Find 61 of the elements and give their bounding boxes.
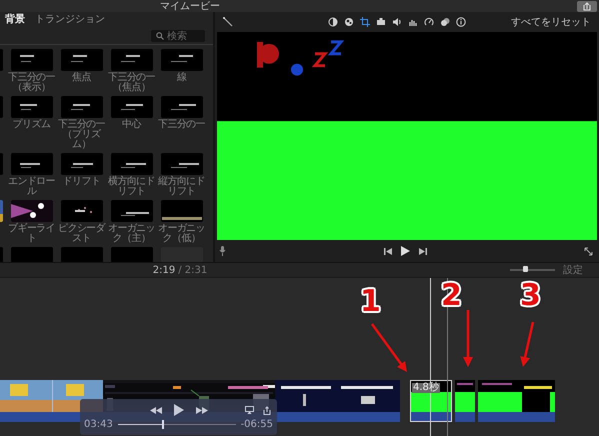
title-label: 横方向にドリフト: [107, 177, 156, 197]
title-label: 焦点: [71, 73, 92, 83]
title-label: 縦方向にドリフト: [157, 177, 206, 197]
audio-waveform: [410, 412, 452, 422]
palette-icon[interactable]: [344, 17, 354, 27]
annotation-number: 1: [360, 286, 381, 318]
annotation-number: 3: [520, 280, 541, 312]
current-time: 2:19: [152, 264, 176, 276]
title-label: 下三分の一（焦点）: [107, 73, 156, 93]
circles-icon[interactable]: [440, 17, 450, 27]
video-clip[interactable]: [478, 380, 555, 422]
tab[interactable]: 背景: [3, 14, 27, 26]
scrubber-thumb[interactable]: [162, 420, 164, 429]
title-label: ドリフト: [62, 177, 102, 187]
title-label: 中心: [121, 120, 142, 130]
reset-all-button[interactable]: すべてをリセット: [511, 16, 591, 28]
audio-waveform: [455, 412, 475, 422]
fullscreen-icon[interactable]: [584, 246, 593, 256]
microphone-icon[interactable]: [219, 246, 226, 256]
gauge-icon[interactable]: [424, 17, 434, 27]
crop-icon[interactable]: [360, 17, 370, 27]
title-label: エンドロール: [7, 177, 56, 197]
remaining-time: -06:55: [240, 419, 273, 430]
skip-forward-icon[interactable]: [418, 248, 426, 254]
arrow: [520, 322, 534, 367]
tab[interactable]: トランジション: [33, 14, 107, 26]
skip-back-icon[interactable]: [384, 248, 392, 254]
title-label: プリズム: [12, 120, 52, 130]
share-icon[interactable]: [263, 406, 271, 415]
elapsed-time: 03:43: [84, 419, 113, 430]
video-clip[interactable]: [455, 380, 475, 422]
title-label: ブギーライト: [7, 224, 56, 244]
play-icon[interactable]: [400, 246, 410, 256]
title-label: オーガニック（主）: [107, 224, 156, 244]
info-icon[interactable]: [456, 17, 466, 27]
video-clip[interactable]: 4.8秒: [410, 380, 452, 422]
title-label: 下三分の一（プリズム）: [57, 120, 106, 150]
search-icon: [156, 32, 164, 40]
airplay-icon[interactable]: [245, 406, 254, 414]
title-label: 線: [176, 73, 188, 83]
slider-thumb[interactable]: [522, 266, 528, 272]
speaker-icon[interactable]: [392, 17, 402, 27]
annotation-number: 2: [441, 280, 462, 312]
camera-icon[interactable]: [376, 17, 386, 27]
title-label: 下三分の一: [157, 120, 206, 130]
settings-button[interactable]: 設定: [563, 264, 583, 276]
title-label: 下三分の一（表示）: [7, 73, 56, 93]
play-icon[interactable]: [174, 404, 184, 416]
half-circle-icon[interactable]: [328, 17, 338, 27]
video-clip[interactable]: [275, 380, 400, 422]
equalizer-icon[interactable]: [408, 17, 418, 27]
total-duration: / 2:31: [178, 264, 208, 276]
arrow: [370, 323, 407, 372]
share-icon[interactable]: [577, 0, 597, 12]
window-title: マイムービー: [160, 0, 220, 12]
magic-wand-icon[interactable]: [223, 17, 233, 27]
title-label: ピクシーダスト: [57, 224, 106, 244]
clip-duration: 4.8秒: [412, 383, 440, 393]
arrow: [463, 310, 473, 367]
search-field[interactable]: 検索: [151, 30, 205, 42]
title-label: オーガニック（低）: [157, 224, 206, 244]
